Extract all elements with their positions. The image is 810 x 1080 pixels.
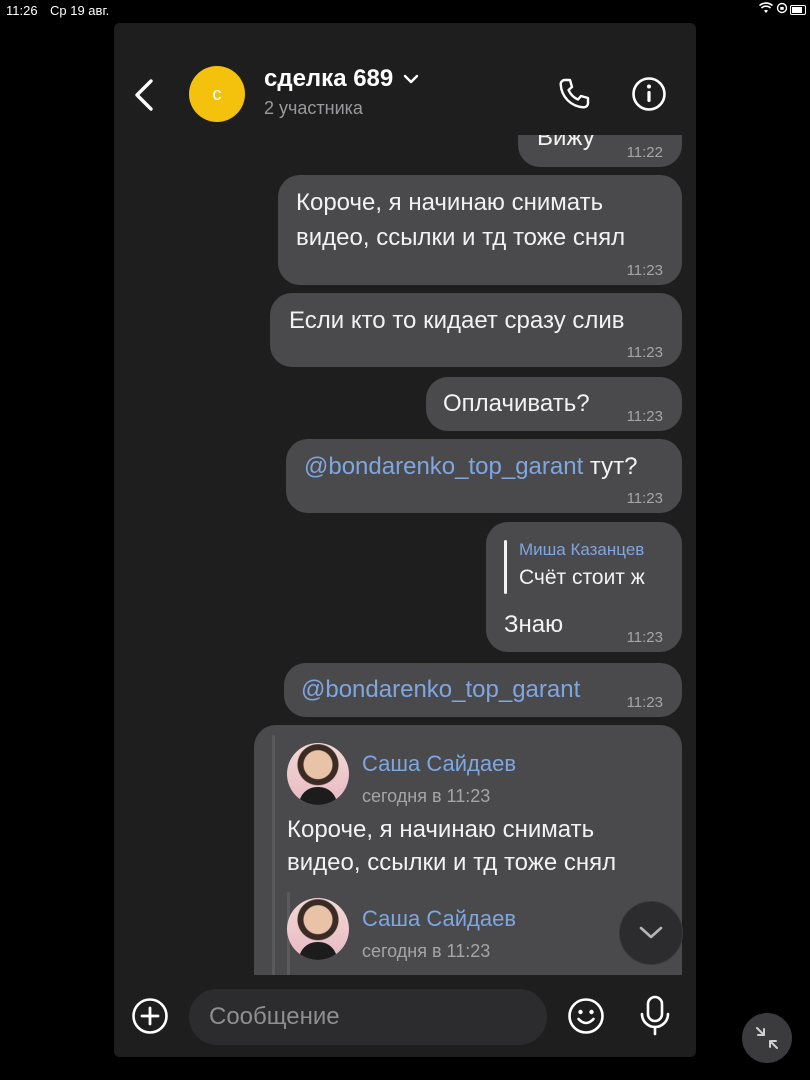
forward-author[interactable]: Саша Сайдаев (362, 747, 516, 781)
message-time: 11:23 (626, 344, 663, 361)
reply-line (504, 540, 507, 594)
avatar[interactable] (287, 743, 349, 805)
forward-date: сегодня в 11:23 (362, 941, 491, 961)
status-icons (759, 2, 788, 14)
message-text: Знаю (504, 611, 564, 638)
message-list[interactable]: Вижу 11:22 Короче, я начинаю снимать вид… (114, 135, 696, 975)
forward-author[interactable]: Саша Сайдаев (362, 902, 516, 936)
forward-text-line2: видео, ссылки и тд тоже снял (287, 849, 617, 876)
scroll-down-button[interactable] (619, 901, 683, 965)
message-input[interactable] (189, 989, 547, 1045)
back-button[interactable] (130, 77, 158, 113)
avatar[interactable] (287, 898, 349, 960)
message-time: 11:22 (626, 144, 663, 161)
smile-icon[interactable] (567, 997, 605, 1035)
message-text-line2: видео, ссылки и тд тоже снял (296, 224, 626, 251)
status-time: 11:26 (6, 3, 38, 18)
rotation-lock-icon (776, 2, 788, 14)
composer (114, 975, 696, 1057)
message-text-suffix: тут? (583, 453, 638, 480)
call-button[interactable] (554, 74, 594, 114)
chat-avatar[interactable]: с (189, 66, 245, 122)
forwarded-message-bubble[interactable]: Саша Сайдаев сегодня в 11:23 Короче, я н… (254, 725, 682, 975)
info-button[interactable] (629, 74, 669, 114)
collapse-icon (756, 1027, 778, 1049)
message-time: 11:23 (626, 490, 663, 507)
plus-circle-icon[interactable] (131, 997, 169, 1035)
chat-subtitle: 2 участника (264, 98, 363, 118)
mention-link[interactable]: @bondarenko_top_garant (304, 453, 583, 480)
message-bubble[interactable]: Миша Казанцев Счёт стоит ж Знаю 11:23 (486, 522, 682, 652)
message-text: Вижу (537, 135, 595, 151)
message-bubble[interactable]: @bondarenko_top_garant 11:23 (284, 663, 682, 717)
message-bubble[interactable]: Если кто то кидает сразу слив 11:23 (270, 293, 682, 367)
message-text: Оплачивать? (443, 390, 590, 417)
forward-text-line1: Короче, я начинаю снимать (287, 816, 595, 843)
status-bar: 11:26 Ср 19 авг. (0, 0, 810, 22)
info-icon (632, 77, 666, 111)
battery-icon (790, 5, 806, 15)
message-bubble[interactable]: Короче, я начинаю снимать видео, ссылки … (278, 175, 682, 285)
message-text: Если кто то кидает сразу слив (289, 307, 625, 334)
chat-header: с сделка 689 2 участника (114, 23, 696, 135)
message-bubble[interactable]: @bondarenko_top_garant тут? 11:23 (286, 439, 682, 513)
message-text-line1: Короче, я начинаю снимать (296, 189, 604, 216)
wifi-icon (759, 2, 773, 13)
chevron-left-icon (135, 79, 153, 111)
message-time: 11:23 (626, 262, 663, 279)
chevron-down-icon (404, 74, 419, 84)
microphone-icon[interactable] (636, 995, 674, 1037)
reply-author[interactable]: Миша Казанцев (519, 540, 644, 560)
chevron-down-icon (639, 926, 663, 939)
phone-icon (559, 78, 590, 109)
chat-title-text: сделка 689 (264, 65, 394, 92)
mention-link[interactable]: @bondarenko_top_garant (301, 673, 580, 707)
message-bubble[interactable]: Вижу 11:22 (518, 135, 682, 167)
status-date: Ср 19 авг. (50, 3, 110, 18)
chat-window: с сделка 689 2 участника Вижу 11:22 Коро… (114, 23, 696, 1057)
forward-date: сегодня в 11:23 (362, 786, 491, 806)
message-bubble[interactable]: Оплачивать? 11:23 (426, 377, 682, 431)
message-time: 11:23 (626, 629, 663, 646)
message-time: 11:23 (626, 694, 663, 711)
chat-title[interactable]: сделка 689 (264, 65, 419, 93)
forward-line (272, 735, 275, 975)
message-text: @bondarenko_top_garant тут? (304, 450, 638, 484)
reply-text[interactable]: Счёт стоит ж (519, 563, 645, 593)
collapse-button[interactable] (742, 1013, 792, 1063)
message-time: 11:23 (626, 408, 663, 425)
